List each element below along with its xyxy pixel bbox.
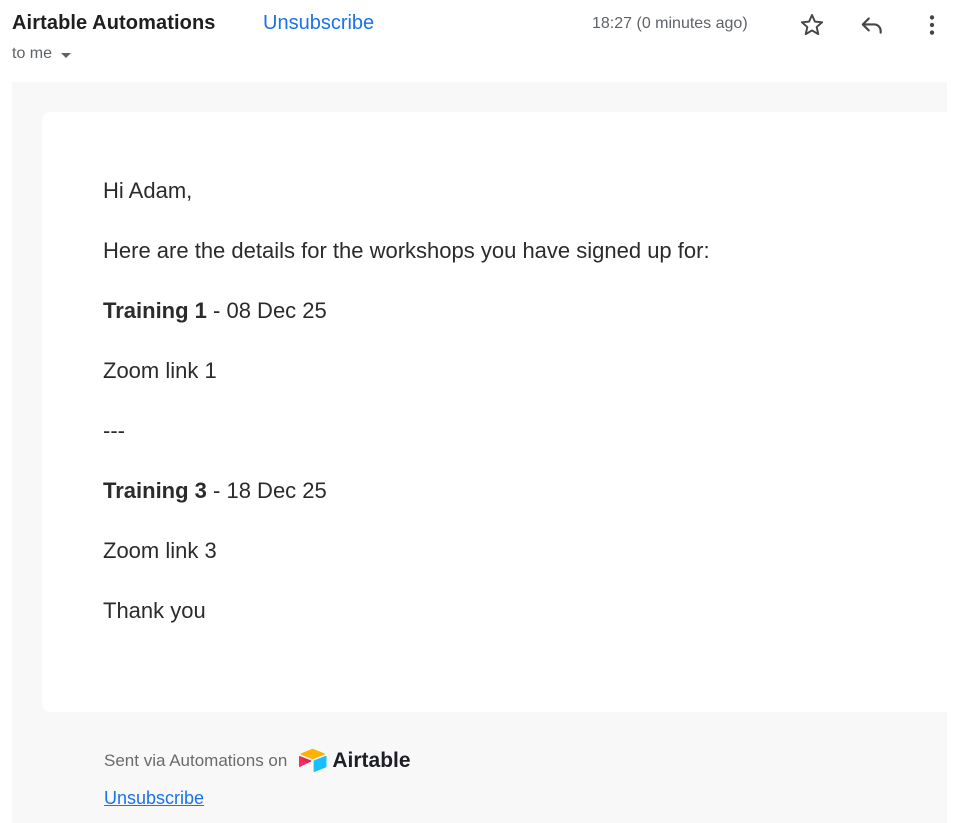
reply-button[interactable] (856, 9, 888, 41)
airtable-logo: Airtable (298, 748, 411, 774)
recipient-details-toggle[interactable]: to me (12, 45, 72, 63)
workshop-2: Training 3 - 18 Dec 25 (103, 478, 327, 504)
footer-unsubscribe-link[interactable]: Unsubscribe (104, 788, 204, 809)
workshop-2-title: Training 3 (103, 478, 207, 503)
star-button[interactable] (796, 9, 828, 41)
unsubscribe-link[interactable]: Unsubscribe (263, 12, 374, 35)
workshop-1-link: Zoom link 1 (103, 358, 217, 383)
sent-via-footer: Sent via Automations on Airtable (104, 748, 411, 774)
reply-icon (861, 17, 882, 34)
more-options-button[interactable] (916, 9, 948, 41)
airtable-brand-text: Airtable (332, 749, 411, 772)
greeting: Hi Adam, (103, 178, 193, 203)
email-header: Airtable Automations Unsubscribe to me 1… (0, 0, 960, 80)
closing: Thank you (103, 598, 206, 623)
airtable-logo-icon (299, 748, 327, 772)
workshop-1-date: - 08 Dec 25 (206, 298, 327, 323)
message-container: Hi Adam, Here are the details for the wo… (12, 82, 947, 823)
timestamp: 18:27 (0 minutes ago) (592, 15, 748, 32)
sender-name: Airtable Automations (12, 12, 216, 34)
workshop-1-title: Training 1 (103, 298, 207, 323)
workshop-1: Training 1 - 08 Dec 25 (103, 298, 327, 324)
workshop-2-date: - 18 Dec 25 (206, 478, 327, 503)
workshop-2-link: Zoom link 3 (103, 538, 217, 563)
more-vert-icon (929, 15, 935, 35)
star-icon (800, 14, 824, 36)
recipient-label: to me (12, 45, 53, 62)
separator: --- (103, 418, 125, 443)
message-card: Hi Adam, Here are the details for the wo… (42, 112, 947, 712)
sent-via-text: Sent via Automations on (104, 751, 288, 770)
intro-text: Here are the details for the workshops y… (103, 238, 710, 263)
chevron-down-icon (61, 52, 72, 58)
